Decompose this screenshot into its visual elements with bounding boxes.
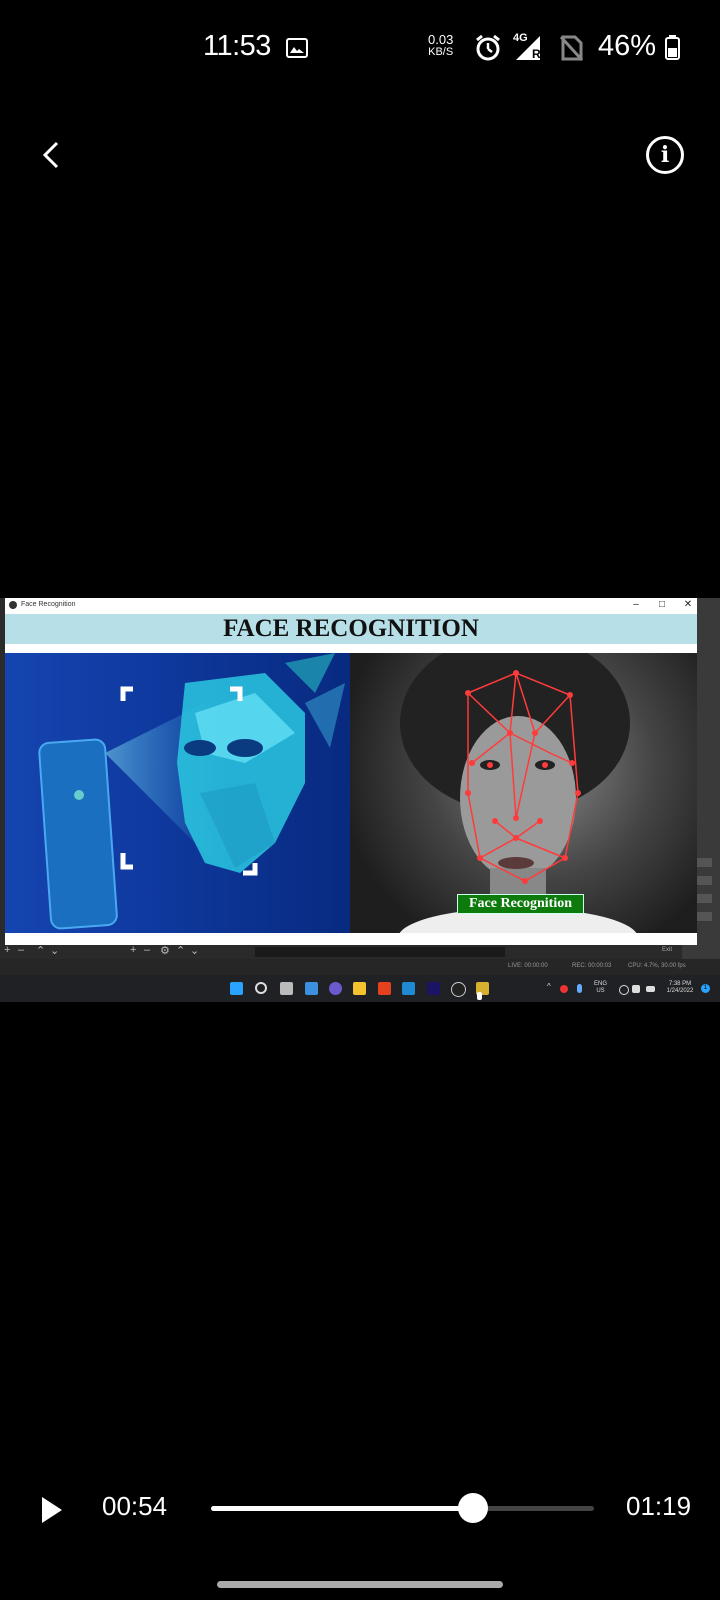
network-speed-value: 0.03: [428, 32, 454, 47]
seek-progress: [211, 1506, 473, 1511]
taskbar-clock[interactable]: 7:38 PM 1/24/2022: [660, 981, 700, 995]
close-button[interactable]: ✕: [681, 599, 695, 610]
obs-toolbar: + – ⌃ ⌄ + – ⚙ ⌃ ⌄ Exit: [0, 944, 680, 959]
app-heading-bar: FACE RECOGNITION: [5, 614, 697, 644]
gallery-notification-icon: [286, 38, 308, 58]
obs-status-bar: LIVE: 00:00:00 REC: 00:00:03 CPU: 4.7%, …: [0, 959, 720, 975]
app-heading: FACE RECOGNITION: [223, 615, 479, 642]
source-settings-icon[interactable]: ⚙: [160, 944, 170, 957]
window-title: Face Recognition: [21, 601, 76, 608]
volume-icon[interactable]: [632, 985, 640, 993]
language-indicator[interactable]: ENG US: [594, 981, 607, 995]
taskbar-date: 1/24/2022: [666, 988, 694, 994]
network-speed-unit: KB/S: [428, 46, 454, 58]
current-time: 00:54: [102, 1491, 168, 1521]
recognition-result-label: Face Recognition: [457, 894, 584, 914]
tray-overflow-icon[interactable]: ^: [547, 983, 551, 991]
network-roaming: R: [532, 47, 541, 61]
status-time: 11:53: [203, 30, 271, 62]
remove-source-icon[interactable]: –: [144, 944, 150, 956]
face-scan-illustration: [5, 653, 350, 933]
network-icon[interactable]: [619, 985, 629, 995]
exit-button[interactable]: Exit: [662, 947, 672, 953]
file-explorer-icon[interactable]: [353, 982, 366, 995]
notification-badge[interactable]: 1: [701, 984, 710, 993]
add-source-icon[interactable]: +: [130, 944, 136, 956]
network-speed: 0.03 KB/S: [428, 33, 453, 59]
start-icon[interactable]: [230, 982, 243, 995]
microphone-icon[interactable]: [577, 984, 582, 993]
teams-icon[interactable]: [329, 982, 342, 995]
window-titlebar: Face Recognition – □ ✕: [5, 598, 697, 614]
seek-thumb[interactable]: [457, 1493, 488, 1523]
face-landmark-photo: Face Recognition: [350, 653, 697, 933]
battery-tray-icon[interactable]: [646, 986, 655, 992]
tray-recording-icon: [560, 985, 568, 993]
alarm-icon: [476, 34, 500, 61]
add-scene-icon[interactable]: +: [4, 944, 10, 956]
obs-cpu-status: CPU: 4.7%, 30.00 fps: [628, 963, 686, 969]
taskbar-time: 7:38 PM: [668, 981, 692, 987]
language-code: ENG: [594, 981, 608, 987]
premiere-pro-icon[interactable]: [427, 982, 440, 995]
back-button[interactable]: [32, 135, 72, 175]
move-up-icon[interactable]: ⌃: [36, 944, 45, 957]
seek-bar[interactable]: [211, 1493, 594, 1523]
mouse-cursor-icon: [477, 992, 482, 1000]
info-icon: i: [660, 142, 670, 168]
source-down-icon[interactable]: ⌄: [190, 944, 199, 957]
window-app-icon: [9, 601, 17, 609]
obs-live-status: LIVE: 00:00:00: [508, 963, 548, 969]
widgets-icon[interactable]: [305, 982, 318, 995]
battery-percent: 46%: [598, 30, 657, 62]
minimize-button[interactable]: –: [629, 599, 643, 610]
vscode-icon[interactable]: [402, 982, 415, 995]
task-view-icon[interactable]: [280, 982, 293, 995]
info-button[interactable]: i: [646, 136, 684, 174]
move-down-icon[interactable]: ⌄: [50, 944, 59, 957]
maximize-button[interactable]: □: [655, 599, 669, 610]
search-icon[interactable]: [255, 982, 267, 994]
cellular-signal-icon: 4G R: [512, 32, 548, 62]
network-type: 4G: [513, 32, 528, 44]
home-indicator[interactable]: [217, 1581, 503, 1588]
obs-rec-status: REC: 00:00:03: [572, 963, 612, 969]
play-button[interactable]: [41, 1496, 63, 1524]
obs-panel-divider: [255, 947, 505, 957]
brave-browser-icon[interactable]: [378, 982, 391, 995]
remove-scene-icon[interactable]: –: [18, 944, 24, 956]
face-recognition-window: Face Recognition – □ ✕ FACE RECOGNITION: [5, 598, 697, 945]
no-sim-icon: [559, 35, 583, 61]
obs-icon[interactable]: [451, 982, 466, 997]
windows-taskbar: ^ ENG US 7:38 PM 1/24/2022 1: [0, 975, 720, 1002]
region-code: US: [596, 988, 605, 994]
source-up-icon[interactable]: ⌃: [176, 944, 185, 957]
total-duration: 01:19: [626, 1491, 692, 1521]
video-frame[interactable]: Face Recognition – □ ✕ FACE RECOGNITION: [0, 598, 720, 1002]
battery-icon: [665, 35, 680, 60]
